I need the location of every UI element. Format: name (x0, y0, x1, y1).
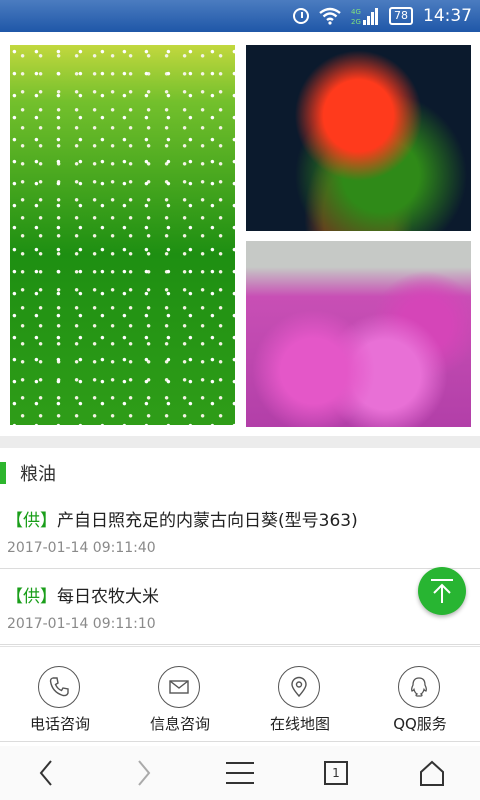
item-date: 2017-01-14 09:11:40 (7, 540, 156, 556)
section-divider (0, 436, 480, 448)
back-button[interactable] (6, 746, 86, 800)
online-map-button[interactable]: 在线地图 (240, 647, 360, 741)
image-gallery (0, 32, 480, 436)
item-tag: 【供】 (6, 587, 57, 607)
service-bar: 电话咨询 信息咨询 在线地图 QQ服务 (0, 646, 480, 742)
mail-icon (158, 666, 200, 708)
item-title[interactable]: 【供】每日农牧大米 (6, 582, 159, 607)
section-header: 粮油 (0, 461, 56, 485)
forward-button[interactable] (104, 746, 184, 800)
status-time: 14:37 (423, 6, 472, 26)
qq-service-button[interactable]: QQ服务 (360, 647, 480, 741)
section-accent-bar (0, 462, 6, 484)
home-icon (420, 760, 444, 786)
item-title-text: 每日农牧大米 (57, 587, 159, 607)
back-to-top-button[interactable] (418, 567, 466, 615)
svg-text:4G: 4G (351, 8, 361, 16)
qq-icon (398, 666, 440, 708)
service-label: 电话咨询 (29, 715, 90, 733)
tab-count: 1 (324, 761, 348, 785)
phone-icon (38, 666, 80, 708)
chevron-left-icon (39, 760, 52, 786)
message-consult-button[interactable]: 信息咨询 (120, 647, 240, 741)
map-pin-icon (278, 666, 320, 708)
section-title: 粮油 (20, 464, 56, 485)
list-item[interactable]: 【供】每日农牧大米 2017-01-14 09:11:10 (0, 570, 480, 645)
menu-button[interactable] (200, 746, 280, 800)
item-date: 2017-01-14 09:11:10 (7, 616, 156, 632)
clover-field-image[interactable] (10, 45, 235, 425)
chevron-right-icon (138, 760, 151, 786)
status-bar: 4G 2G 78 14:37 (0, 0, 480, 32)
wifi-icon (319, 7, 341, 25)
arrow-up-icon (431, 579, 453, 603)
phone-consult-button[interactable]: 电话咨询 (0, 647, 120, 741)
tabs-button[interactable]: 1 (296, 746, 376, 800)
browser-nav-bar: 1 (0, 746, 480, 800)
home-button[interactable] (392, 746, 472, 800)
orchid-greenhouse-image[interactable] (246, 241, 471, 427)
item-title[interactable]: 【供】产自日照充足的内蒙古向日葵(型号363) (6, 506, 358, 531)
service-label: QQ服务 (393, 715, 447, 733)
item-tag: 【供】 (6, 511, 57, 531)
cell-signal-icon: 4G 2G (351, 6, 379, 26)
list-item[interactable]: 【供】产自日照充足的内蒙古向日葵(型号363) 2017-01-14 09:11… (0, 494, 480, 569)
amaryllis-flower-image[interactable] (246, 45, 471, 231)
service-label: 信息咨询 (149, 715, 210, 733)
svg-text:2G: 2G (351, 18, 361, 26)
alarm-clock-icon (293, 8, 309, 24)
battery-indicator: 78 (389, 7, 413, 25)
hamburger-menu-icon (226, 762, 254, 784)
item-title-text: 产自日照充足的内蒙古向日葵(型号363) (57, 511, 358, 531)
service-label: 在线地图 (269, 715, 330, 733)
